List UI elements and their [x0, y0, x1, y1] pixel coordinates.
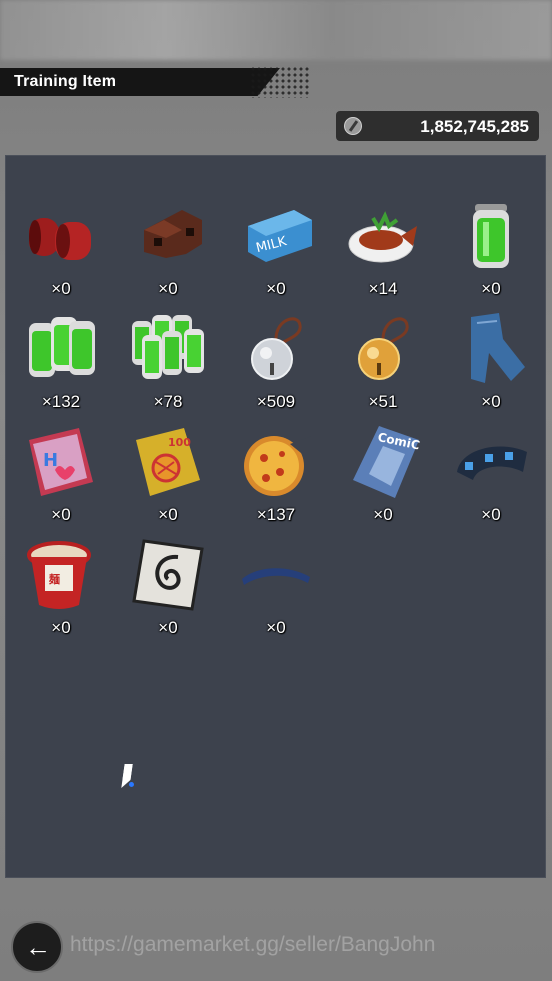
item-slot-dumbbell[interactable]: ×0 — [11, 196, 111, 306]
item-slot-puzzle-book[interactable]: 100 ×0 — [118, 422, 218, 532]
background-blur — [0, 0, 552, 60]
drink-pack-icon — [29, 317, 95, 377]
item-slot-energy-drink[interactable]: ×0 — [441, 196, 541, 306]
gold-bell-icon — [358, 317, 409, 380]
drink-pack-icon — [132, 315, 204, 379]
cursor-dot — [129, 782, 134, 787]
puzzle-book-icon: 100 — [136, 428, 200, 496]
milk-carton-icon: MILK — [248, 210, 312, 262]
item-slot-headband[interactable]: ×0 — [226, 535, 326, 645]
item-slot-pizza[interactable]: ×137 — [226, 422, 326, 532]
item-slot-jeans[interactable]: ×0 — [441, 309, 541, 419]
item-count: ×0 — [481, 392, 501, 411]
symbol-card-icon — [132, 539, 204, 611]
svg-text:100: 100 — [168, 436, 191, 449]
item-slot-wristband[interactable]: ×0 — [441, 422, 541, 532]
back-arrow-icon: ← — [25, 932, 51, 962]
back-button[interactable]: ← — [11, 921, 63, 973]
fish-dish-icon — [348, 211, 417, 263]
title-banner-dots — [250, 66, 310, 98]
currency-display: 1,852,745,285 — [336, 111, 539, 141]
item-slot-fish-dish[interactable]: ×14 — [333, 196, 433, 306]
item-count: ×0 — [158, 618, 178, 637]
item-count: ×14 — [368, 279, 398, 298]
item-slot-cup-noodle[interactable]: 麺 ×0 — [11, 535, 111, 645]
item-count: ×0 — [481, 505, 501, 524]
item-count: ×0 — [266, 279, 286, 298]
brick-icon — [144, 210, 202, 258]
currency-amount: 1,852,745,285 — [420, 117, 529, 136]
page-title: Training Item — [14, 73, 117, 90]
item-slot-milk-carton[interactable]: MILK ×0 — [226, 196, 326, 306]
item-inventory-panel: ×0 ×0 MILK ×0 ×14 ×0 ×132 ×78 ×509 ×51 ×… — [5, 155, 546, 878]
item-count: ×0 — [158, 279, 178, 298]
item-count: ×0 — [373, 505, 393, 524]
headband-icon — [242, 568, 310, 585]
item-count: ×0 — [158, 505, 178, 524]
item-count: ×78 — [153, 392, 183, 411]
item-slot-symbol-card[interactable]: ×0 — [118, 535, 218, 645]
watermark: https://gamemarket.gg/seller/BangJohn — [70, 933, 436, 956]
item-count: ×137 — [256, 505, 296, 524]
item-slot-drink-pack-3[interactable]: ×132 — [11, 309, 111, 419]
item-slot-brick[interactable]: ×0 — [118, 196, 218, 306]
item-count: ×132 — [41, 392, 81, 411]
item-count: ×0 — [51, 618, 71, 637]
pizza-icon — [244, 436, 312, 496]
item-slot-gold-bell[interactable]: ×51 — [333, 309, 433, 419]
silver-bell-icon — [251, 317, 302, 380]
coin-icon — [344, 117, 362, 135]
dumbbell-icon — [29, 218, 91, 260]
magazine-icon: H — [29, 428, 93, 496]
item-slot-magazine[interactable]: H ×0 — [11, 422, 111, 532]
item-count: ×0 — [481, 279, 501, 298]
svg-text:麺: 麺 — [48, 572, 60, 586]
item-count: ×51 — [368, 392, 398, 411]
item-slot-drink-pack-6[interactable]: ×78 — [118, 309, 218, 419]
item-count: ×0 — [266, 618, 286, 637]
svg-text:H: H — [43, 450, 58, 471]
comic-book-icon: ComiC — [353, 426, 421, 498]
wristband-icon — [457, 446, 527, 480]
jeans-icon — [471, 313, 525, 383]
item-slot-silver-bell[interactable]: ×509 — [226, 309, 326, 419]
item-slot-comic-book[interactable]: ComiC ×0 — [333, 422, 433, 532]
energy-drink-icon — [473, 204, 509, 268]
item-count: ×509 — [256, 392, 296, 411]
item-count: ×0 — [51, 505, 71, 524]
cup-noodle-icon: 麺 — [27, 541, 91, 609]
item-count: ×0 — [51, 279, 71, 298]
